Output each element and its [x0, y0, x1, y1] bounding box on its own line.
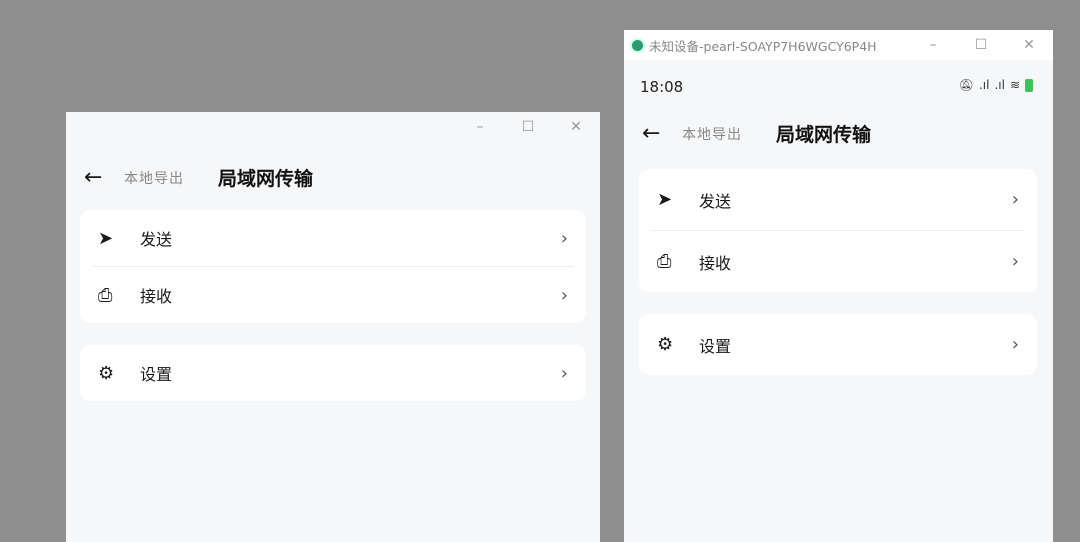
mute-icon: 🔕︎ — [958, 78, 974, 92]
item-label: 设置 — [140, 365, 173, 384]
list-item-send[interactable]: ➤ 发送 › — [80, 210, 586, 266]
gear-icon: ⚙ — [98, 362, 115, 384]
signal-icon: .ıl — [994, 78, 1005, 92]
chevron-right-icon: › — [1011, 334, 1019, 355]
item-label: 发送 — [699, 191, 732, 211]
chevron-right-icon: › — [1011, 189, 1019, 210]
maximize-button[interactable]: ☐ — [957, 30, 1005, 60]
item-label: 发送 — [140, 230, 173, 249]
back-arrow-icon[interactable]: ← — [84, 165, 124, 190]
page-title: 局域网传输 — [218, 168, 314, 190]
item-label: 接收 — [699, 253, 732, 273]
header: ← 本地导出 局域网传输 — [84, 164, 313, 191]
minimize-button[interactable]: – — [456, 112, 504, 142]
settings-card: ⚙ 设置 › — [80, 345, 586, 401]
app-icon — [630, 37, 645, 53]
list-item-receive[interactable]: ⎙ 接收 › — [639, 231, 1037, 292]
window-title: 未知设备-pearl-SOAYP7H6WGCY6P4H — [649, 38, 877, 54]
transfer-card: ➤ 发送 › ⎙ 接收 › — [639, 169, 1037, 292]
window-controls: – ☐ ✕ — [909, 30, 1053, 60]
chevron-right-icon: › — [560, 362, 568, 384]
settings-card: ⚙ 设置 › — [639, 314, 1037, 375]
send-icon: ➤ — [657, 189, 673, 210]
list-item-receive[interactable]: ⎙ 接收 › — [80, 267, 586, 323]
local-export-link[interactable]: 本地导出 — [682, 124, 742, 144]
transfer-card: ➤ 发送 › ⎙ 接收 › — [80, 210, 586, 323]
close-button[interactable]: ✕ — [1005, 30, 1053, 60]
list-item-send[interactable]: ➤ 发送 › — [639, 169, 1037, 230]
close-button[interactable]: ✕ — [552, 112, 600, 142]
back-arrow-icon[interactable]: ← — [642, 121, 682, 146]
status-time: 18:08 — [640, 78, 684, 96]
minimize-button[interactable]: – — [909, 30, 957, 60]
window-controls: – ☐ ✕ — [456, 112, 600, 142]
left-window: – ☐ ✕ ← 本地导出 局域网传输 ➤ 发送 › ⎙ 接收 › ⚙ 设置 › — [66, 112, 600, 542]
local-export-link[interactable]: 本地导出 — [124, 168, 184, 188]
chevron-right-icon: › — [560, 227, 568, 249]
status-icons: 🔕︎ .ıl .ıl ≋ — [959, 78, 1033, 92]
receive-icon: ⎙ — [98, 284, 113, 306]
wifi-icon: ≋ — [1009, 78, 1020, 92]
right-window: 未知设备-pearl-SOAYP7H6WGCY6P4H – ☐ ✕ 18:08 … — [624, 30, 1053, 542]
item-label: 接收 — [140, 287, 173, 306]
send-icon: ➤ — [98, 227, 114, 249]
list-item-settings[interactable]: ⚙ 设置 › — [80, 345, 586, 401]
receive-icon: ⎙ — [657, 251, 672, 272]
battery-icon — [1025, 78, 1033, 92]
list-item-settings[interactable]: ⚙ 设置 › — [639, 314, 1037, 375]
maximize-button[interactable]: ☐ — [504, 112, 552, 142]
header: ← 本地导出 局域网传输 — [642, 120, 871, 147]
chevron-right-icon: › — [560, 284, 568, 306]
chevron-right-icon: › — [1011, 251, 1019, 272]
page-title: 局域网传输 — [776, 124, 872, 146]
gear-icon: ⚙ — [657, 334, 674, 355]
signal-icon: .ıl — [978, 78, 990, 92]
item-label: 设置 — [699, 336, 732, 356]
